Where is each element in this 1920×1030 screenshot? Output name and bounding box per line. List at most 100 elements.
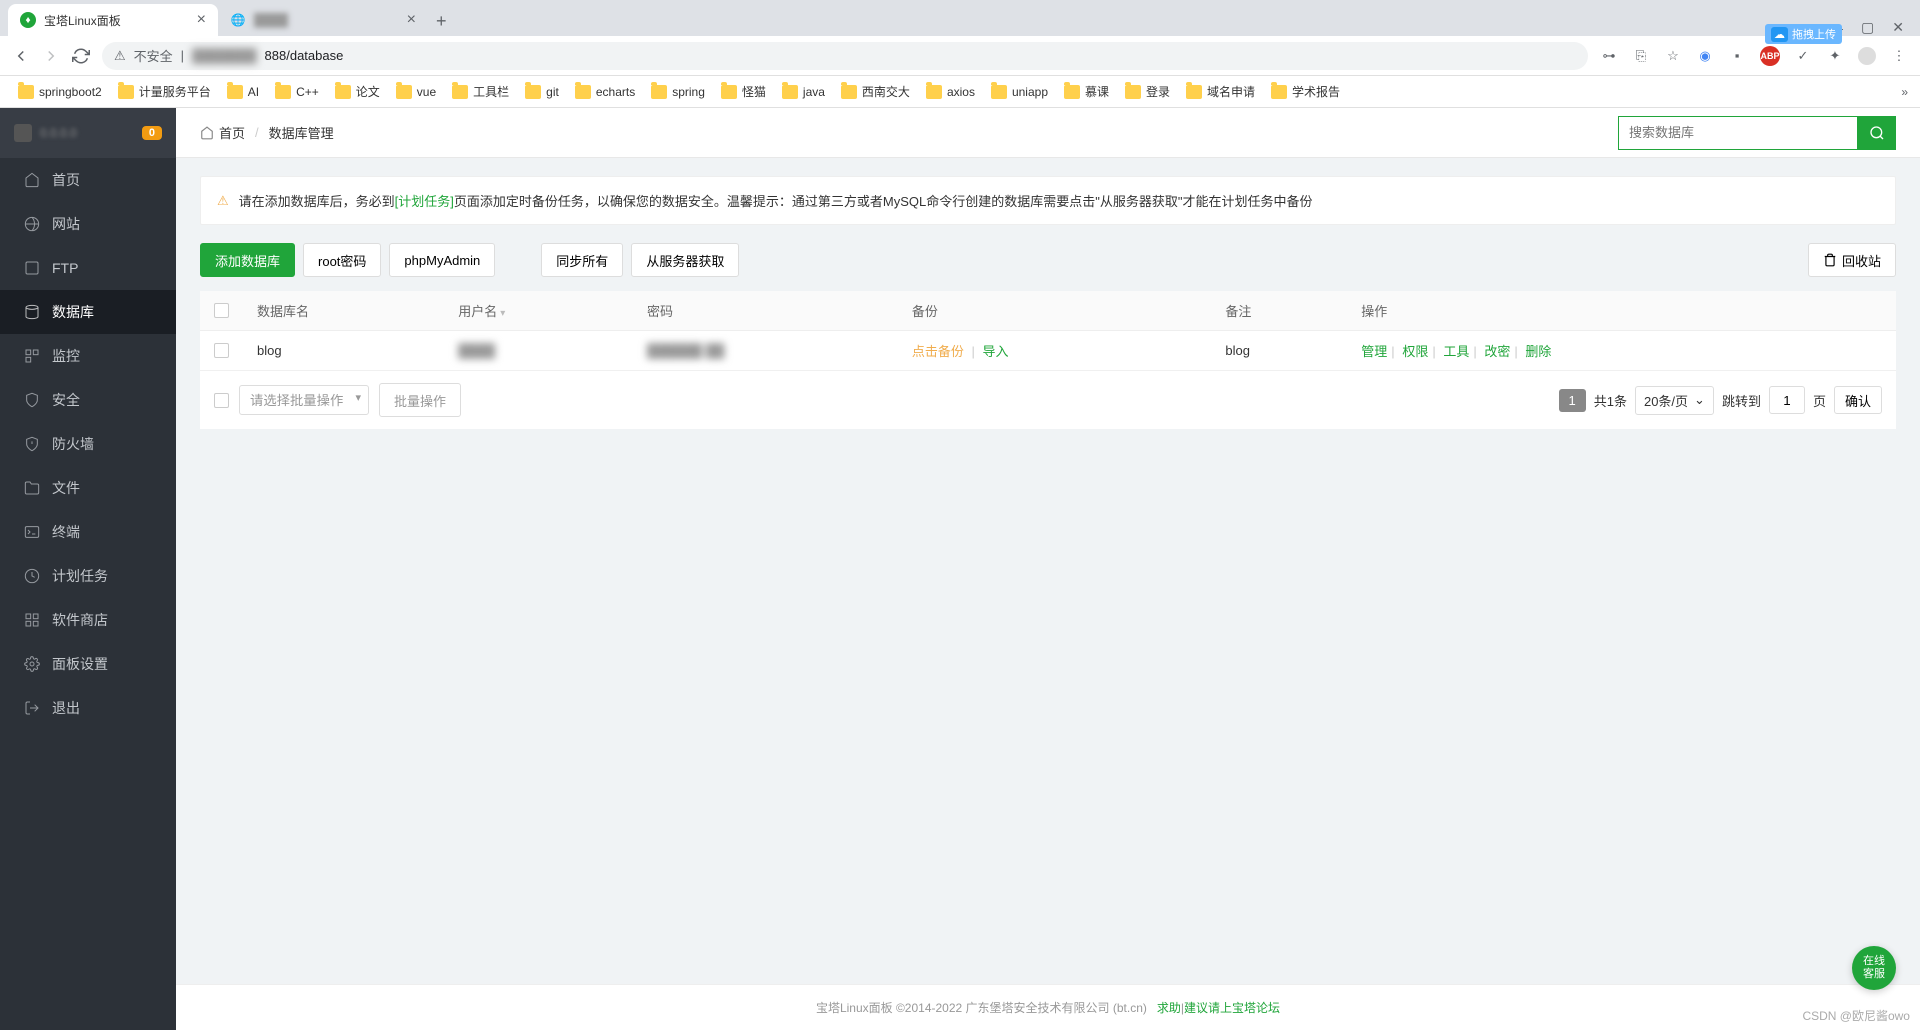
sidebar-item-label: 数据库 [52,302,94,322]
bookmark-item[interactable]: 学术报告 [1265,80,1346,103]
breadcrumb-home[interactable]: 首页 [200,123,245,142]
bookmark-label: 域名申请 [1207,83,1255,100]
puzzle-icon[interactable]: ✦ [1826,47,1844,65]
bookmark-item[interactable]: AI [221,82,265,102]
back-button[interactable] [12,47,30,65]
close-icon[interactable]: × [197,11,206,29]
bookmark-label: echarts [596,85,635,99]
breadcrumb-label: 首页 [219,123,245,142]
search-button[interactable] [1858,116,1896,150]
bookmark-item[interactable]: 工具栏 [446,80,515,103]
reload-button[interactable] [72,47,90,65]
alert-link[interactable]: [计划任务] [395,194,454,209]
sidebar-item-database[interactable]: 数据库 [0,290,176,334]
message-badge[interactable]: 0 [142,126,162,140]
password-key-icon[interactable]: ⊶ [1600,47,1618,65]
extension-icon-2[interactable]: ▪ [1728,47,1746,65]
upload-widget[interactable]: ☁ 拖拽上传 [1765,24,1842,44]
new-tab-button[interactable]: + [428,7,455,36]
bookmark-item[interactable]: 登录 [1119,80,1176,103]
maximize-button[interactable]: ▢ [1861,19,1874,36]
folder-icon [118,85,134,99]
batch-execute-button[interactable]: 批量操作 [379,383,461,417]
root-password-button[interactable]: root密码 [303,243,381,277]
row-checkbox[interactable] [214,343,229,358]
address-bar[interactable]: ⚠ 不安全 | ███████ 888/database [102,42,1588,70]
action-changepwd[interactable]: 改密 [1484,344,1510,359]
column-header-name: 数据库名 [243,291,444,331]
floating-service-button[interactable]: 在线 客服 [1852,946,1896,990]
jump-page-input[interactable] [1769,386,1805,414]
star-icon[interactable]: ☆ [1664,47,1682,65]
page-size-select[interactable]: 20条/页 ⌄ [1635,386,1714,415]
insecure-icon: ⚠ [114,48,126,64]
cell-note[interactable]: blog [1211,331,1347,371]
gear-icon [24,656,40,672]
sidebar-item-exit[interactable]: 退出 [0,686,176,730]
close-icon[interactable]: × [407,11,416,29]
bookmark-item[interactable]: echarts [569,82,641,102]
sidebar-item-ftp[interactable]: FTP [0,246,176,290]
browser-tab-active[interactable]: ♦ 宝塔Linux面板 × [8,4,218,36]
profile-avatar-icon[interactable] [1858,47,1876,65]
action-permission[interactable]: 权限 [1402,344,1428,359]
add-database-button[interactable]: 添加数据库 [200,243,295,277]
close-window-button[interactable]: ✕ [1892,19,1904,36]
bookmark-item[interactable]: 计量服务平台 [112,80,217,103]
footer-select-all-checkbox[interactable] [214,393,229,408]
forward-button[interactable] [42,47,60,65]
browser-tab-inactive[interactable]: 🌐 ████ × [218,4,428,36]
extension-icon-1[interactable]: ◉ [1696,47,1714,65]
help-link[interactable]: 求助 [1157,1001,1181,1015]
bookmark-item[interactable]: java [776,82,831,102]
bookmark-item[interactable]: vue [390,82,442,102]
extension-icon-3[interactable]: ✓ [1794,47,1812,65]
bookmark-item[interactable]: axios [920,82,981,102]
backup-click-link[interactable]: 点击备份 [912,344,964,359]
page-number-current[interactable]: 1 [1559,389,1586,412]
bookmark-overflow-icon[interactable]: » [1901,85,1908,99]
sidebar-item-files[interactable]: 文件 [0,466,176,510]
action-tools[interactable]: 工具 [1443,344,1469,359]
batch-action-select[interactable]: 请选择批量操作 [239,385,369,415]
forum-link[interactable]: 建议请上宝塔论坛 [1184,1001,1280,1015]
sidebar-item-website[interactable]: 网站 [0,202,176,246]
sidebar-item-store[interactable]: 软件商店 [0,598,176,642]
bookmark-item[interactable]: 域名申请 [1180,80,1261,103]
search-input[interactable] [1618,116,1858,150]
bookmark-item[interactable]: springboot2 [12,82,108,102]
sidebar-item-monitor[interactable]: 监控 [0,334,176,378]
action-delete[interactable]: 删除 [1525,344,1551,359]
sidebar-item-cron[interactable]: 计划任务 [0,554,176,598]
bookmark-item[interactable]: spring [645,82,711,102]
bookmark-label: AI [248,85,259,99]
abp-icon[interactable]: ABP [1760,46,1780,66]
from-server-button[interactable]: 从服务器获取 [631,243,739,277]
bookmark-item[interactable]: 西南交大 [835,80,916,103]
bookmark-item[interactable]: C++ [269,82,325,102]
select-all-checkbox[interactable] [214,303,229,318]
sidebar-item-terminal[interactable]: 终端 [0,510,176,554]
sidebar-item-home[interactable]: 首页 [0,158,176,202]
column-header-user[interactable]: 用户名▾ [444,291,633,331]
sync-all-button[interactable]: 同步所有 [541,243,623,277]
bookmark-item[interactable]: uniapp [985,82,1054,102]
sidebar-item-settings[interactable]: 面板设置 [0,642,176,686]
menu-icon[interactable]: ⋮ [1890,47,1908,65]
bookmark-label: C++ [296,85,319,99]
action-manage[interactable]: 管理 [1361,344,1387,359]
jump-confirm-button[interactable]: 确认 [1834,386,1882,414]
bookmark-item[interactable]: git [519,82,565,102]
bookmark-item[interactable]: 怪猫 [715,80,772,103]
sidebar-item-firewall[interactable]: 防火墙 [0,422,176,466]
bt-logo-icon [14,124,32,142]
sidebar-item-security[interactable]: 安全 [0,378,176,422]
phpmyadmin-button[interactable]: phpMyAdmin [389,243,495,277]
bookmark-label: 西南交大 [862,83,910,100]
recycle-bin-button[interactable]: 回收站 [1808,243,1896,277]
backup-import-link[interactable]: 导入 [983,344,1009,359]
install-icon[interactable]: ⎘ [1632,47,1650,65]
cell-actions: 管理| 权限| 工具| 改密| 删除 [1347,331,1896,371]
bookmark-item[interactable]: 论文 [329,80,386,103]
bookmark-item[interactable]: 慕课 [1058,80,1115,103]
